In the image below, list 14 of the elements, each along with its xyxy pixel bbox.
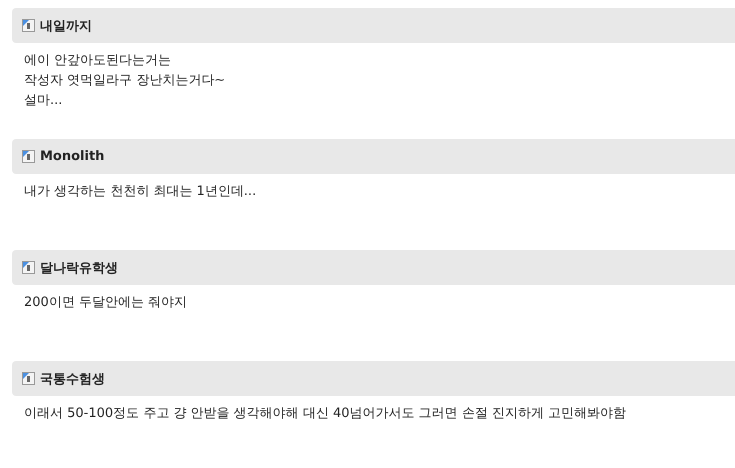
level-badge-icon bbox=[22, 261, 35, 274]
comment-text: 에이 안갚아도된다는거는 bbox=[24, 52, 172, 70]
author-name[interactable]: 내일까지 bbox=[40, 16, 92, 34]
comment-text: 작성자 엿먹일라구 장난치는거다~ bbox=[24, 72, 226, 90]
comment-text: 내가 생각하는 천천히 최대는 1년인데... bbox=[24, 183, 258, 201]
comment-text: 이래서 50-100정도 주고 걍 안받을 생각해야해 대신 40넘어가서도 그러면 손절 진지하게 고민해봐야함 bbox=[24, 405, 628, 423]
author-name[interactable]: 국통수험생 bbox=[40, 370, 105, 388]
comment-text: 설마... bbox=[24, 92, 64, 110]
level-badge-icon bbox=[22, 19, 35, 32]
author-name[interactable]: Monolith bbox=[40, 149, 104, 164]
level-badge-icon bbox=[22, 150, 35, 163]
comment-text: 200이면 두달안에는 줘야지 bbox=[24, 294, 188, 312]
level-badge-icon bbox=[22, 372, 35, 385]
author-name[interactable]: 달나락유학생 bbox=[40, 258, 118, 276]
